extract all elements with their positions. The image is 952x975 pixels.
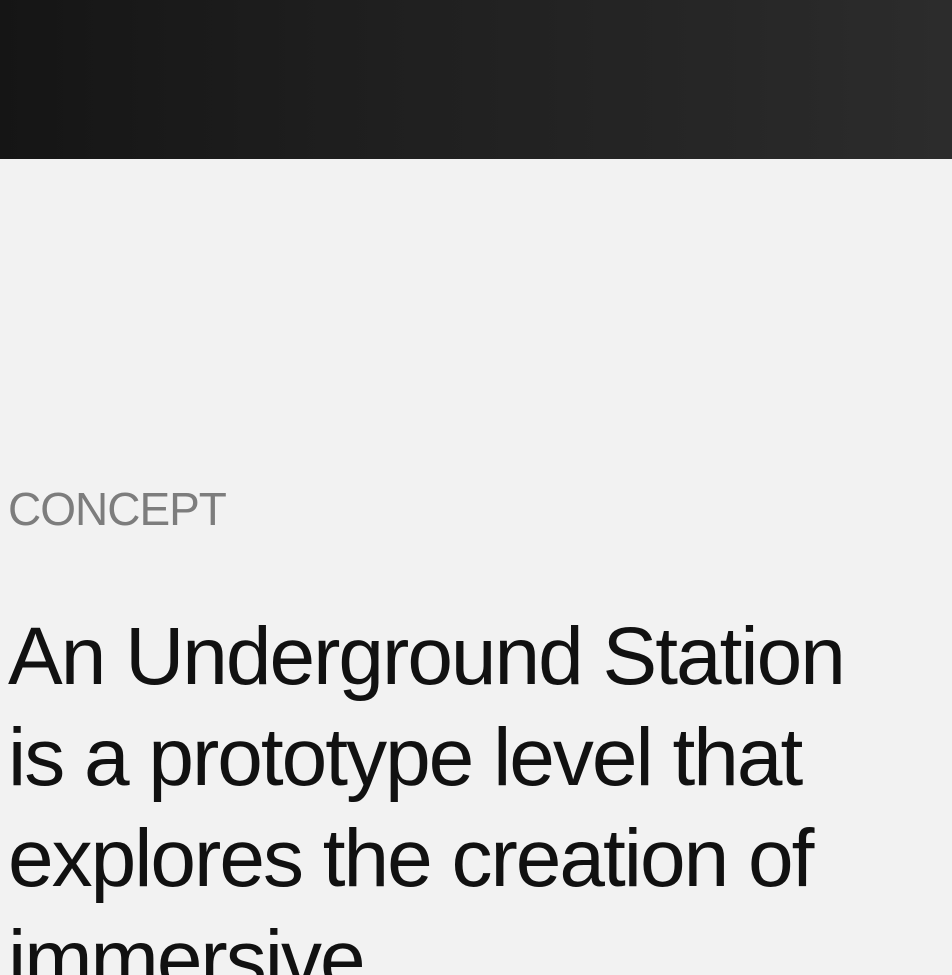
- concept-description: An Underground Station is a prototype le…: [8, 611, 846, 975]
- section-label-concept: CONCEPT: [8, 483, 227, 535]
- hero-banner: [0, 0, 952, 159]
- page: CONCEPT An Underground Station is a prot…: [0, 0, 952, 975]
